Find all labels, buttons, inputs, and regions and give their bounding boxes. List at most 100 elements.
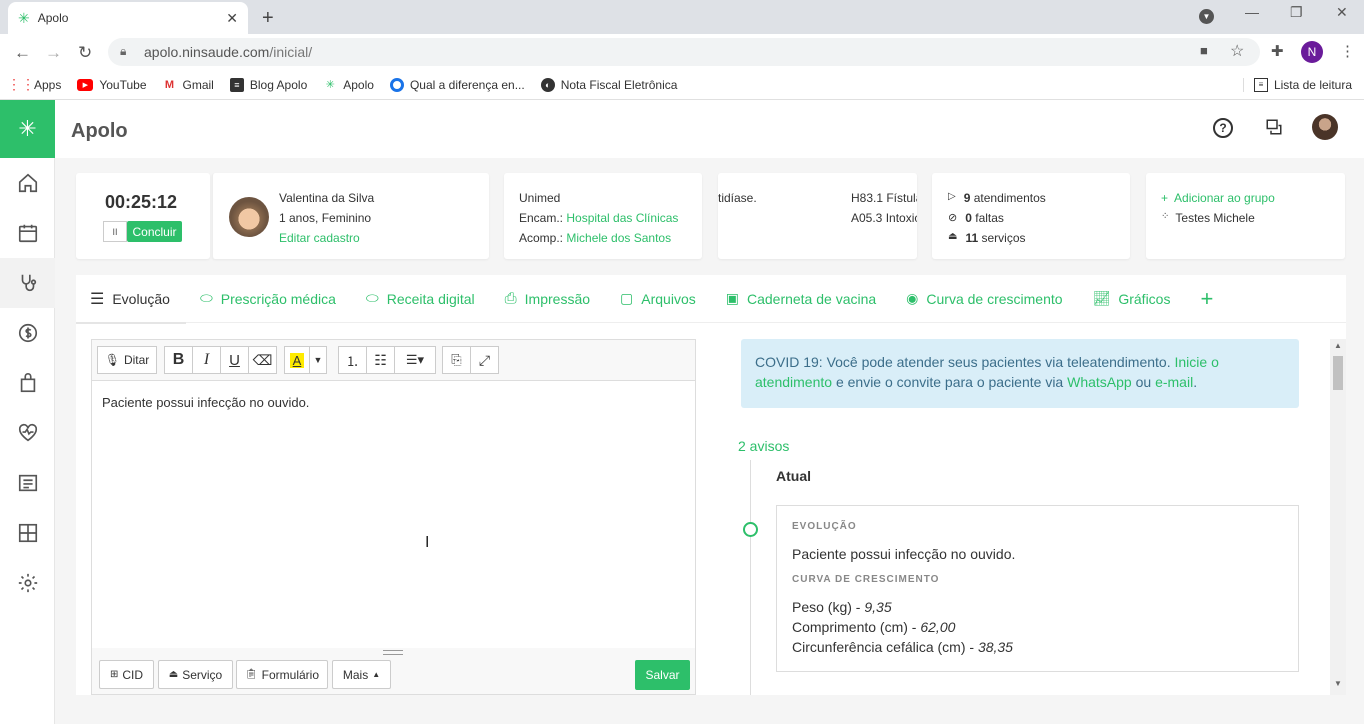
tab-arquivos[interactable]: ▢ Arquivos	[620, 290, 696, 307]
fullscreen-button[interactable]: ⤢	[470, 346, 499, 374]
bullet-list-button[interactable]: ☷	[366, 346, 395, 374]
stethoscope-icon[interactable]	[0, 258, 55, 308]
close-window-icon[interactable]: ✕	[1336, 4, 1348, 21]
more-button[interactable]: Mais ▲	[332, 660, 391, 689]
service-button[interactable]: ⏏ Serviço	[158, 660, 233, 689]
tab-search-icon[interactable]: ▼	[1199, 9, 1214, 24]
align-button[interactable]: ☰▾	[394, 346, 436, 374]
bookmark-gmail[interactable]: M Gmail	[163, 78, 214, 92]
evolution-heading: EVOLUÇÃO	[792, 521, 857, 532]
ban-icon: ⊘	[948, 212, 958, 224]
tab-evolucao[interactable]: ☰ Evolução	[90, 289, 170, 309]
warnings-link[interactable]: 2 avisos	[738, 438, 789, 454]
eye-icon: ◉	[906, 290, 919, 306]
tab-impressao[interactable]: ⎙ Impressão	[505, 290, 590, 307]
tab-prescricao[interactable]: ⬭ Prescrição médica	[200, 290, 336, 307]
scroll-down-icon[interactable]: ▼	[1334, 679, 1342, 688]
group-item[interactable]: ⁘ Testes Michele	[1161, 211, 1255, 225]
shopping-bag-icon[interactable]	[0, 358, 55, 408]
extensions-icon[interactable]: ✚	[1271, 42, 1284, 60]
diagnosis-code: H83.1 Fístula	[851, 191, 917, 205]
companion-label: Acomp.:	[519, 231, 564, 245]
referral-hospital-link[interactable]: Hospital das Clínicas	[566, 211, 678, 225]
menu-kebab-icon[interactable]: ⋮	[1340, 42, 1355, 60]
form-button[interactable]: 📋︎ Formulário	[236, 660, 328, 689]
tab-curva-crescimento[interactable]: ◉ Curva de crescimento	[906, 290, 1062, 307]
tab-caderneta-vacina[interactable]: ▣ Caderneta de vacina	[726, 290, 876, 307]
companion-link[interactable]: Michele dos Santos	[566, 231, 671, 245]
reload-icon[interactable]: ↻	[78, 43, 92, 63]
conclude-button[interactable]: Concluir	[127, 221, 182, 242]
editor-resize-handle[interactable]	[383, 650, 403, 655]
plus-icon: +	[1161, 191, 1169, 205]
highlight-dropdown-button[interactable]: ▼	[309, 346, 327, 374]
highlight-button[interactable]: A	[284, 346, 310, 374]
italic-button[interactable]: I	[192, 346, 221, 374]
restore-icon[interactable]: ❐	[1290, 4, 1303, 21]
pill-icon: ⬭	[199, 290, 213, 307]
whatsapp-link[interactable]: WhatsApp	[1067, 374, 1132, 390]
report-icon[interactable]	[0, 458, 55, 508]
settings-gear-icon[interactable]	[0, 558, 55, 608]
clipboard-icon: 📋︎	[244, 669, 258, 680]
close-tab-icon[interactable]: ✕	[226, 10, 238, 27]
back-icon[interactable]: ←	[14, 43, 31, 63]
tab-graficos[interactable]: 📈︎ Gráficos	[1093, 290, 1171, 307]
dashboard-icon[interactable]	[0, 508, 55, 558]
bookmark-youtube[interactable]: ▶ YouTube	[77, 78, 147, 92]
home-icon[interactable]	[0, 158, 55, 208]
dictate-button[interactable]: 🎙︎ Ditar	[97, 346, 157, 374]
chart-icon: 📈︎	[1092, 290, 1111, 306]
companion-row: Acomp.: Michele dos Santos	[519, 231, 671, 245]
tab-label: Prescrição médica	[220, 290, 336, 307]
measure-row: Comprimento (cm) - 62,00	[792, 619, 955, 635]
help-icon[interactable]: ?	[1213, 118, 1233, 138]
measure-label: Comprimento (cm) -	[792, 619, 921, 635]
browser-tab-title: Apolo	[37, 11, 69, 25]
bookmark-star-icon[interactable]: ☆	[1230, 41, 1244, 61]
bookmark-blog-apolo[interactable]: ≡ Blog Apolo	[229, 77, 307, 92]
minimize-icon[interactable]: —	[1245, 4, 1259, 20]
eraser-button[interactable]: ⌫	[248, 346, 277, 374]
dollar-icon[interactable]	[0, 308, 55, 358]
cid-button[interactable]: ⊞ CID	[99, 660, 154, 689]
url-omnibox[interactable]: 🔒︎ apolo.ninsaude.com/inicial/ ■ ☆	[108, 38, 1260, 66]
add-to-group-link[interactable]: + Adicionar ao grupo	[1161, 191, 1275, 205]
browser-tab[interactable]: ✳ Apolo ✕	[8, 2, 248, 34]
edit-patient-link[interactable]: Editar cadastro	[279, 231, 360, 245]
paste-button[interactable]: ⎘	[442, 346, 471, 374]
groups-card: + Adicionar ao grupo ⁘ Testes Michele	[1146, 173, 1345, 259]
bookmark-qual-a-diferenca[interactable]: Qual a diferença en...	[389, 77, 525, 92]
apolo-logo-icon[interactable]: ✳	[0, 100, 55, 158]
editor-content[interactable]: Paciente possui infecção no ouvido.	[92, 381, 695, 648]
chat-icon[interactable]	[1265, 118, 1283, 136]
bookmark-apolo[interactable]: ✳ Apolo	[323, 78, 374, 92]
forward-icon[interactable]: →	[45, 43, 62, 63]
panel-scrollbar[interactable]: ▲ ▼	[1330, 339, 1346, 695]
caret-up-icon: ▲	[372, 670, 381, 679]
scrollbar-thumb[interactable]	[1333, 356, 1343, 390]
scroll-up-icon[interactable]: ▲	[1334, 341, 1342, 350]
heart-pulse-icon[interactable]	[0, 408, 55, 458]
bold-button[interactable]: B	[164, 346, 193, 374]
session-timer-card: 00:25:12 II Concluir	[76, 173, 210, 259]
user-avatar[interactable]	[1312, 114, 1338, 140]
new-tab-icon[interactable]: +	[262, 7, 274, 30]
underline-button[interactable]: U	[220, 346, 249, 374]
add-tab-button[interactable]: +	[1200, 286, 1213, 312]
tab-label: Caderneta de vacina	[746, 290, 877, 307]
camera-icon[interactable]: ■	[1200, 43, 1208, 58]
bookmark-apps[interactable]: ⋮⋮ Apps	[7, 76, 61, 92]
email-link[interactable]: e-mail	[1155, 374, 1193, 390]
save-button[interactable]: Salvar	[635, 660, 690, 690]
tab-receita-digital[interactable]: ⬭ Receita digital	[366, 290, 475, 307]
patient-age-sex: 1 anos, Feminino	[279, 211, 372, 225]
current-label: Atual	[776, 468, 811, 484]
ordered-list-button[interactable]: ⒈	[338, 346, 367, 374]
app-sidebar: ✳	[0, 100, 55, 724]
bookmark-nota-fiscal[interactable]: ◐ Nota Fiscal Eletrônica	[540, 77, 677, 92]
calendar-icon[interactable]	[0, 208, 55, 258]
pause-button[interactable]: II	[103, 221, 127, 242]
reading-list[interactable]: ≡ Lista de leitura	[1242, 77, 1352, 92]
profile-avatar[interactable]: N	[1301, 41, 1323, 63]
